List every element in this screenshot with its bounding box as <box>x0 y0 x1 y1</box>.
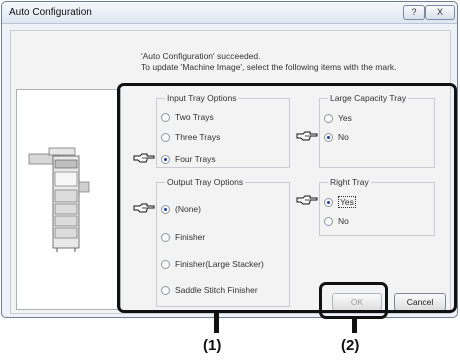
options-highlight-frame <box>117 83 457 313</box>
callout-2-label: (2) <box>341 337 360 354</box>
title-bar: Auto Configuration ? X <box>2 2 457 24</box>
machine-image-panel <box>16 89 121 310</box>
status-message: 'Auto Configuration' succeeded. To updat… <box>141 51 397 73</box>
close-button[interactable]: X <box>425 5 455 20</box>
callout-2-stem <box>352 317 357 333</box>
window-title: Auto Configuration <box>9 7 92 18</box>
printer-machine-image <box>28 147 90 252</box>
message-line-2: To update 'Machine Image', select the fo… <box>141 62 397 72</box>
callout-1-label: (1) <box>203 337 222 354</box>
help-button[interactable]: ? <box>403 5 425 20</box>
callout-1-stem <box>214 311 219 333</box>
ok-button-highlight-frame <box>319 282 388 319</box>
message-line-1: 'Auto Configuration' succeeded. <box>141 51 261 61</box>
